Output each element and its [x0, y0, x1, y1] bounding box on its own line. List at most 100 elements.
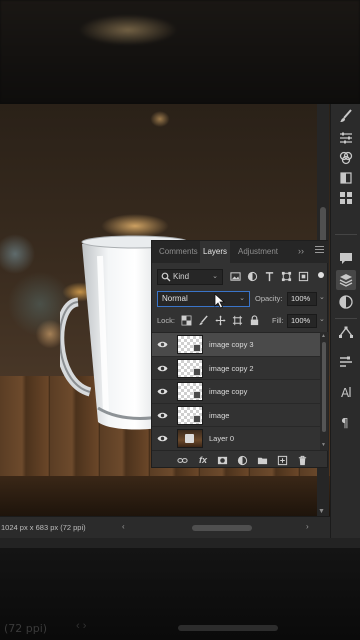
layer-filter-row: Kind ⌄	[157, 269, 324, 285]
svg-text:A: A	[341, 386, 350, 400]
character-icon[interactable]: A	[336, 382, 356, 402]
lock-artboard-icon[interactable]	[231, 314, 243, 326]
layer-thumbnail	[177, 429, 203, 449]
type-filter-icon[interactable]	[263, 270, 276, 283]
right-tools-strip: A ¶	[330, 104, 360, 548]
scroll-down-arrow-icon[interactable]: ▼	[321, 442, 326, 448]
layer-name[interactable]: Layer 0	[209, 434, 234, 443]
gradient-swatch-icon[interactable]	[336, 168, 356, 188]
link-layers-icon[interactable]	[176, 454, 188, 466]
strip-separator	[335, 318, 357, 319]
eye-visibility-icon[interactable]	[157, 340, 168, 349]
shape-filter-icon[interactable]	[280, 270, 293, 283]
document-status-bar: 1024 px x 683 px (72 ppi) ‹ ›	[0, 516, 330, 538]
sliders-icon[interactable]	[336, 128, 356, 148]
blurred-background-top	[0, 0, 360, 104]
lock-position-icon[interactable]	[214, 314, 226, 326]
new-layer-icon[interactable]	[276, 454, 288, 466]
lock-image-pixels-icon[interactable]	[197, 314, 209, 326]
panel-menu-icon[interactable]	[315, 246, 324, 255]
layer-thumbnail	[177, 358, 203, 378]
paragraph-icon[interactable]: ¶	[336, 412, 356, 432]
smart-object-badge-icon	[193, 344, 201, 352]
layers-panel-footer: fx	[152, 450, 329, 468]
opacity-chevron-icon[interactable]: ⌄	[319, 293, 325, 301]
search-icon	[161, 272, 171, 282]
layers-list: image copy 3 image copy 2 image copy ima…	[152, 332, 320, 451]
layers-panel-icon[interactable]	[336, 270, 356, 290]
lock-all-icon[interactable]	[248, 314, 260, 326]
opacity-field[interactable]: 100%	[287, 292, 317, 306]
lock-label: Lock:	[157, 316, 175, 325]
layer-name[interactable]: image copy 2	[209, 364, 254, 373]
scroll-right-arrow-icon[interactable]: ›	[306, 522, 309, 531]
opacity-label: Opacity:	[255, 294, 283, 303]
more-tabs-chevron-icon[interactable]: ››	[298, 246, 304, 256]
smart-object-badge-icon	[193, 414, 201, 423]
blend-mode-select[interactable]: Normal ⌄	[157, 291, 250, 307]
layer-name[interactable]: image	[209, 411, 229, 420]
blend-row: Normal ⌄ Opacity: 100% ⌄	[157, 291, 325, 307]
svg-text:¶: ¶	[341, 416, 349, 430]
color-wheel-icon[interactable]	[336, 148, 356, 168]
fill-chevron-icon[interactable]: ⌄	[319, 315, 325, 323]
document-size-info: 1024 px x 683 px (72 ppi)	[1, 523, 86, 532]
image-filter-icon[interactable]	[229, 270, 242, 283]
layer-row[interactable]: image copy 3	[152, 333, 320, 357]
add-mask-icon[interactable]	[216, 454, 228, 466]
eye-visibility-icon[interactable]	[157, 434, 168, 443]
align-icon[interactable]	[336, 352, 356, 372]
chevron-down-icon: ⌄	[212, 273, 218, 280]
eye-visibility-icon[interactable]	[157, 411, 168, 420]
scroll-up-arrow-icon[interactable]: ▲	[321, 333, 326, 339]
status-arrow-icon[interactable]: ‹	[122, 522, 125, 531]
layer-name[interactable]: image copy 3	[209, 340, 254, 349]
layer-row[interactable]: image copy 2	[152, 357, 320, 381]
swatches-grid-icon[interactable]	[336, 188, 356, 208]
layer-row[interactable]: Layer 0	[152, 427, 320, 451]
layers-scrollbar[interactable]: ▲ ▼	[320, 332, 328, 450]
layer-thumbnail	[177, 335, 203, 354]
adjustment-filter-icon[interactable]	[246, 270, 259, 283]
layer-name[interactable]: image copy	[209, 387, 247, 396]
tab-adjustments[interactable]: Adjustment	[235, 241, 295, 263]
smart-object-badge-icon	[193, 367, 201, 376]
blend-mode-value: Normal	[162, 294, 188, 303]
wood-table-edge	[0, 476, 330, 516]
kind-filter-label: Kind	[173, 272, 190, 281]
lock-row: Lock: Fill: 100% ⌄	[157, 313, 325, 329]
panel-tab-bar: Comments Layers Adjustment ››	[152, 241, 329, 263]
fx-layer-style-icon[interactable]: fx	[197, 454, 209, 466]
horizontal-scroll-thumb[interactable]	[192, 525, 252, 531]
pen-path-icon[interactable]	[336, 322, 356, 342]
ghost-arrows: ‹ ›	[76, 620, 87, 632]
comment-icon[interactable]	[336, 248, 356, 268]
smart-object-filter-icon[interactable]	[297, 270, 310, 283]
layer-thumbnail	[177, 405, 203, 425]
lock-transparent-pixels-icon[interactable]	[180, 314, 192, 326]
layer-row[interactable]: image copy	[152, 380, 320, 404]
scroll-down-arrow-icon[interactable]: ▼	[318, 508, 325, 515]
kind-filter-select[interactable]: Kind ⌄	[157, 269, 223, 285]
tab-layers[interactable]: Layers	[200, 241, 231, 263]
status-bar-lower	[0, 538, 360, 548]
ghost-scrollbar	[178, 625, 278, 631]
mouse-cursor-icon	[214, 293, 226, 309]
chevron-down-icon: ⌄	[239, 295, 245, 302]
layer-row[interactable]: image	[152, 404, 320, 428]
ghost-status-text: (72 ppi)	[4, 622, 48, 635]
filter-toggle-switch[interactable]	[318, 272, 324, 278]
layers-scroll-thumb[interactable]	[322, 342, 326, 432]
new-group-folder-icon[interactable]	[256, 454, 268, 466]
adjustments-icon[interactable]	[336, 292, 356, 312]
new-adjustment-layer-icon[interactable]	[236, 454, 248, 466]
brush-icon[interactable]	[336, 106, 356, 126]
smart-object-badge-icon	[193, 391, 201, 400]
delete-layer-trash-icon[interactable]	[296, 454, 308, 466]
layer-thumbnail	[177, 382, 203, 402]
layers-panel: Comments Layers Adjustment ›› Kind ⌄ Nor…	[151, 240, 329, 468]
eye-visibility-icon[interactable]	[157, 364, 168, 373]
fill-field[interactable]: 100%	[287, 314, 317, 328]
eye-visibility-icon[interactable]	[157, 387, 168, 396]
tab-comments[interactable]: Comments	[156, 241, 201, 263]
